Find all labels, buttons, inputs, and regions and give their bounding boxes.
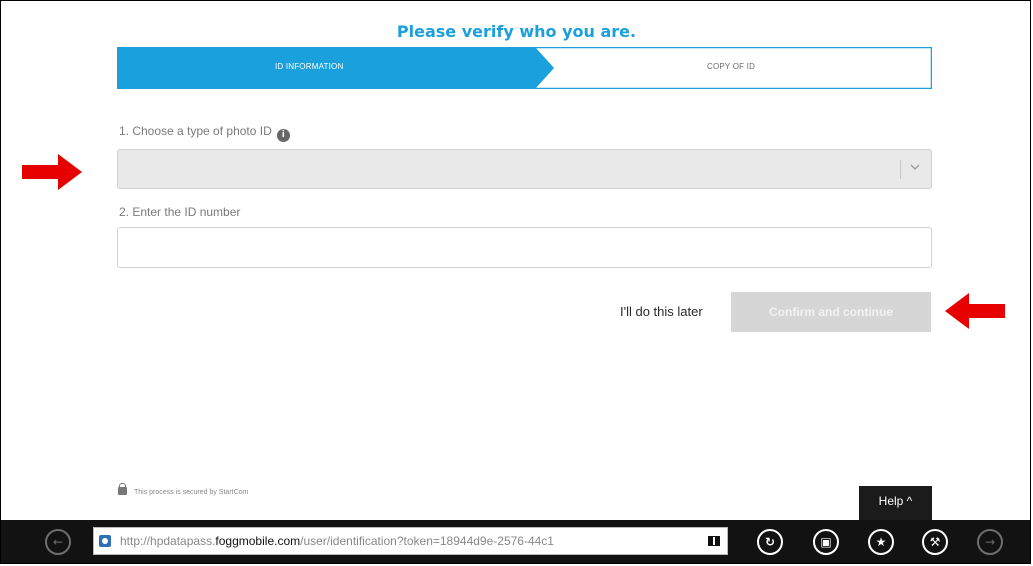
progress-stepper: ID INFORMATION COPY OF ID xyxy=(117,47,932,89)
step-copy-of-id: COPY OF ID xyxy=(707,62,756,71)
secure-notice: This process is secured by StartCom xyxy=(118,483,249,496)
annotation-arrow-left xyxy=(945,293,1005,329)
confirm-button[interactable]: Confirm and continue xyxy=(731,292,931,332)
back-icon[interactable]: ← xyxy=(45,529,71,555)
later-link[interactable]: I'll do this later xyxy=(620,304,703,319)
chevron-down-icon[interactable] xyxy=(909,161,921,175)
tools-icon[interactable]: ⚒ xyxy=(922,529,948,555)
reading-view-icon[interactable] xyxy=(708,536,720,546)
secure-text: This process is secured by StartCom xyxy=(134,489,249,496)
select-divider xyxy=(900,160,901,179)
id-number-input[interactable] xyxy=(117,227,932,268)
annotation-arrow-right xyxy=(22,154,82,190)
refresh-icon[interactable]: ↻ xyxy=(757,529,783,555)
info-icon[interactable]: i xyxy=(276,129,290,142)
browser-app-bar: ← http://hpdatapass.foggmobile.com/user/… xyxy=(1,520,1030,563)
url-domain: foggmobile.com xyxy=(215,534,301,548)
tabs-icon[interactable]: ▣ xyxy=(813,529,839,555)
id-number-label: 2. Enter the ID number xyxy=(119,205,241,219)
favorites-icon[interactable]: ★ xyxy=(868,529,894,555)
id-type-label-text: 1. Choose a type of photo ID xyxy=(119,124,272,138)
url-text: http://hpdatapass.foggmobile.com/user/id… xyxy=(120,534,554,548)
url-rest: /user/identification?token=18944d9e-2576… xyxy=(300,534,554,548)
lock-icon xyxy=(118,483,127,495)
step-id-information: ID INFORMATION xyxy=(275,62,344,71)
stepper-graphic xyxy=(117,47,932,89)
site-favicon xyxy=(99,535,111,547)
id-type-select[interactable] xyxy=(117,149,932,189)
address-bar[interactable]: http://hpdatapass.foggmobile.com/user/id… xyxy=(93,527,728,555)
page-title: Please verify who you are. xyxy=(396,22,637,41)
forward-icon[interactable]: → xyxy=(977,529,1003,555)
url-prefix: http://hpdatapass. xyxy=(120,534,216,548)
id-type-label: 1. Choose a type of photo ID i xyxy=(119,124,290,142)
help-button[interactable]: Help ^ xyxy=(859,486,932,520)
